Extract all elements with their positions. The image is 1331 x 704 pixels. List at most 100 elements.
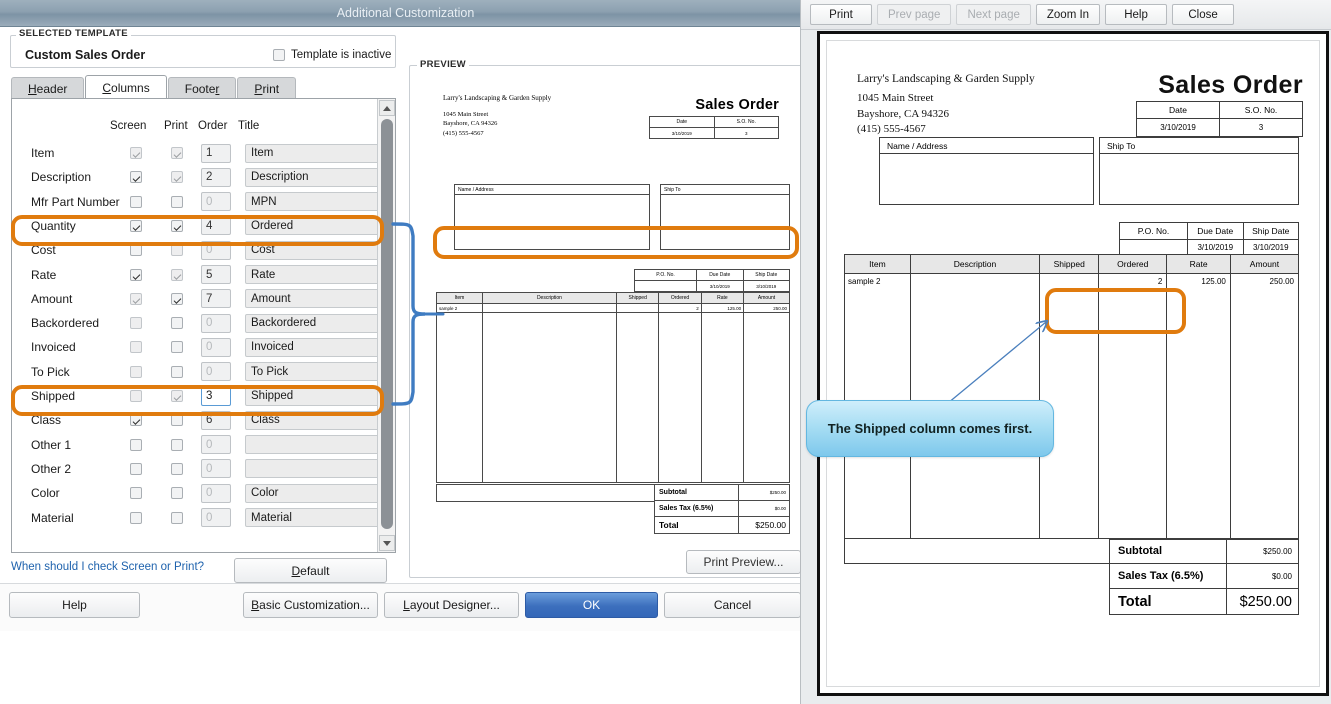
screen-checkbox[interactable] [130, 268, 142, 281]
print-checkbox[interactable] [171, 511, 183, 524]
order-input[interactable]: 1 [201, 143, 231, 163]
print-checkbox[interactable] [171, 414, 183, 427]
items-table: Item Description Shipped Ordered Rate Am… [844, 254, 1300, 540]
print-checkbox[interactable] [171, 147, 183, 159]
order-input[interactable]: 0 [201, 483, 231, 503]
print-checkbox[interactable] [171, 171, 183, 184]
order-input[interactable]: 0 [201, 362, 231, 382]
screen-checkbox[interactable] [130, 511, 142, 524]
order-input[interactable]: 0 [201, 313, 231, 333]
ok-button[interactable]: OK [525, 592, 658, 618]
screen-checkbox[interactable] [130, 219, 142, 232]
screen-checkbox[interactable] [130, 438, 142, 451]
tab-mnemonic: C [102, 80, 112, 95]
tab-print[interactable]: Print [237, 77, 297, 99]
print-checkbox[interactable] [171, 317, 183, 330]
title-input[interactable]: MPN [245, 192, 378, 212]
screen-checkbox[interactable] [130, 244, 142, 257]
duedate-header: Due Date [1187, 222, 1244, 240]
checkbox-icon[interactable] [273, 49, 285, 61]
preview-help-button[interactable]: Help [1105, 4, 1168, 25]
print-checkbox[interactable] [171, 244, 183, 257]
title-input[interactable]: Class [245, 410, 378, 430]
screen-print-help-link[interactable]: When should I check Screen or Print? [11, 561, 204, 573]
title-input[interactable]: Amount [245, 289, 378, 309]
screen-checkbox[interactable] [130, 317, 142, 330]
print-checkbox[interactable] [171, 365, 183, 378]
preview-zoom-in-button[interactable]: Zoom In [1035, 4, 1101, 25]
print-checkbox[interactable] [171, 390, 183, 402]
table-row: Date S.O. No. [1136, 101, 1303, 119]
title-input[interactable]: Invoiced [245, 337, 378, 357]
title-input[interactable]: To Pick [245, 362, 378, 382]
print-checkbox[interactable] [171, 487, 183, 500]
basic-customization-button[interactable]: Basic Customization... [243, 592, 378, 618]
print-checkbox[interactable] [171, 341, 183, 354]
print-checkbox[interactable] [171, 268, 183, 281]
title-input[interactable]: Rate [245, 265, 378, 284]
screen-checkbox[interactable] [130, 414, 142, 427]
order-input[interactable]: 0 [201, 337, 231, 357]
order-input[interactable]: 0 [201, 240, 231, 260]
print-checkbox[interactable] [171, 438, 183, 451]
title-input[interactable]: Material [245, 508, 378, 527]
title-input[interactable]: Item [245, 143, 378, 163]
template-inactive-checkbox[interactable]: Template is inactive [273, 49, 391, 61]
order-input[interactable]: 7 [201, 289, 231, 309]
layout-designer-button[interactable]: Layout Designer... [384, 592, 519, 618]
order-input[interactable]: 0 [201, 508, 231, 527]
preview-next-page-button: Next page [956, 4, 1031, 25]
title-input[interactable] [245, 459, 378, 479]
scroll-up-icon[interactable] [379, 100, 395, 116]
tab-bar: Header Columns Foote r Print [11, 75, 297, 99]
print-checkbox[interactable] [171, 462, 183, 475]
title-input[interactable]: Description [245, 167, 378, 187]
sono-value: 3 [1219, 118, 1303, 137]
cancel-button[interactable]: Cancel [664, 592, 801, 618]
title-input[interactable]: Ordered [245, 216, 378, 236]
title-input[interactable]: Backordered [245, 313, 378, 333]
title-input[interactable] [245, 435, 378, 455]
tab-header[interactable]: Header [11, 77, 85, 99]
basic-customization-label-rest: asic Customization... [259, 598, 370, 612]
preview-print-button[interactable]: Print [810, 4, 872, 25]
screen-checkbox[interactable] [130, 195, 142, 208]
document-title: Sales Order [1158, 71, 1303, 99]
order-input[interactable]: 2 [201, 167, 231, 187]
print-preview-button[interactable]: Print Preview... [686, 550, 801, 574]
screen-checkbox[interactable] [130, 390, 142, 402]
order-input[interactable]: 5 [201, 265, 231, 284]
order-input[interactable]: 0 [201, 192, 231, 212]
order-input[interactable]: 0 [201, 435, 231, 455]
mini-col-description: Description [481, 292, 618, 304]
print-checkbox[interactable] [171, 219, 183, 232]
mini-duedate-header: Due Date [696, 269, 744, 281]
screen-checkbox[interactable] [130, 487, 142, 500]
screen-checkbox[interactable] [130, 292, 142, 305]
screen-checkbox[interactable] [130, 341, 142, 354]
scroll-down-icon[interactable] [379, 535, 395, 551]
order-input[interactable]: 3 [201, 386, 231, 406]
preview-close-button[interactable]: Close [1172, 4, 1235, 25]
screen-checkbox[interactable] [130, 365, 142, 378]
print-checkbox[interactable] [171, 195, 183, 208]
title-input[interactable]: Shipped [245, 386, 378, 406]
order-input[interactable]: 6 [201, 410, 231, 430]
order-input[interactable]: 0 [201, 459, 231, 479]
screen-checkbox[interactable] [130, 147, 142, 159]
screen-checkbox[interactable] [130, 462, 142, 475]
total-label: Total [1108, 588, 1228, 615]
column-row-cost: Cost 0 Cost [12, 238, 378, 262]
tab-footer[interactable]: Foote r [167, 77, 237, 99]
title-input[interactable]: Color [245, 483, 378, 503]
selected-template-group: Custom Sales Order Template is inactive [10, 35, 396, 68]
title-input[interactable]: Cost [245, 240, 378, 260]
order-input[interactable]: 4 [201, 216, 231, 236]
column-row-material: Material 0 Material [12, 506, 378, 530]
default-button[interactable]: Default [234, 558, 387, 583]
salestax-label: Sales Tax (6.5%) [1108, 563, 1228, 589]
help-button[interactable]: Help [9, 592, 140, 618]
print-checkbox[interactable] [171, 292, 183, 305]
tab-columns[interactable]: Columns [85, 75, 167, 99]
screen-checkbox[interactable] [130, 171, 142, 184]
